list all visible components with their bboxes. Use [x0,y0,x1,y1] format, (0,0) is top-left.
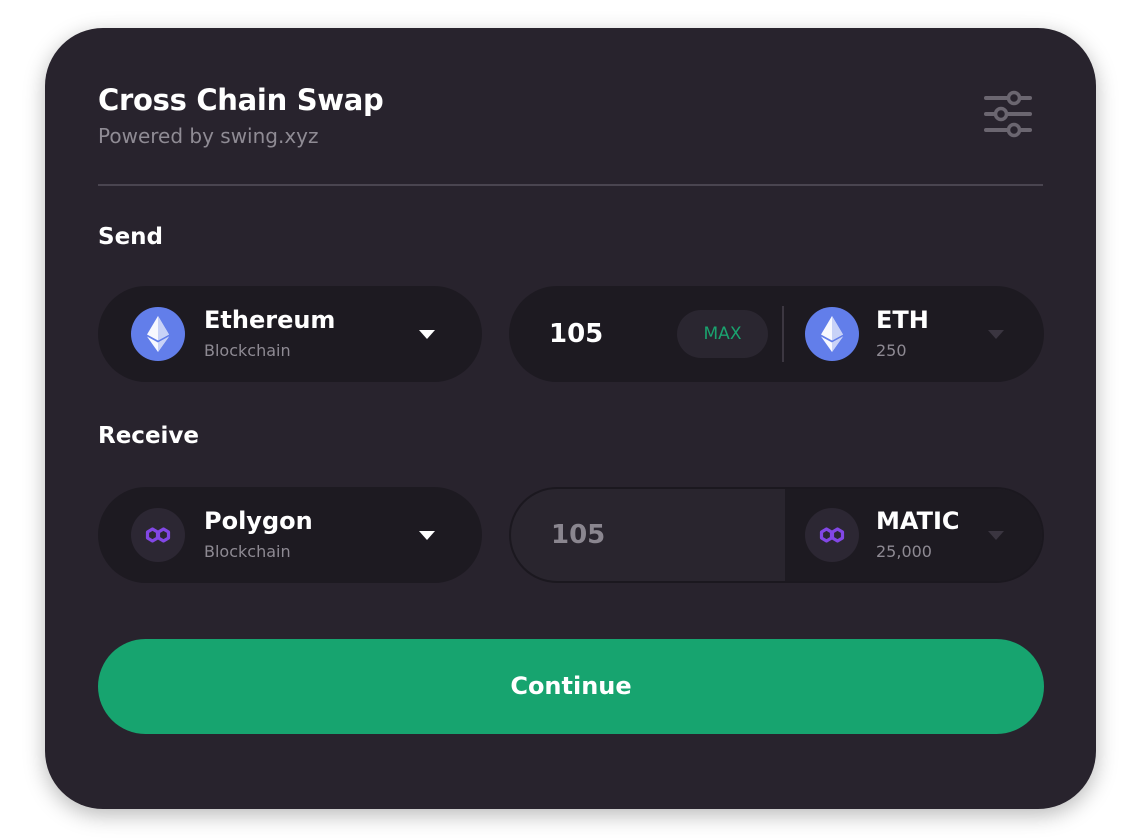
powered-by-subtitle: Powered by swing.xyz [98,124,319,148]
chevron-down-icon [988,531,1004,540]
sliders-icon [984,90,1032,138]
swap-card: Cross Chain Swap Powered by swing.xyz Se… [45,28,1096,809]
page-title: Cross Chain Swap [98,83,384,117]
receive-chain-selector[interactable]: Polygon Blockchain [98,487,482,583]
receive-chain-name: Polygon [204,507,313,535]
receive-chain-type: Blockchain [204,542,291,561]
send-chain-name: Ethereum [204,306,336,334]
receive-label: Receive [98,423,200,449]
send-token-selector[interactable]: ETH 250 [785,286,1044,382]
receive-token-symbol: MATIC [876,507,960,535]
send-token-symbol: ETH [876,306,929,334]
send-label: Send [98,224,164,250]
receive-token-selector[interactable]: MATIC 25,000 [785,489,1042,581]
polygon-icon [131,508,185,562]
send-chain-type: Blockchain [204,341,291,360]
send-amount-panel: MAX ETH 250 [509,286,1044,382]
continue-button[interactable]: Continue [98,639,1044,734]
max-button[interactable]: MAX [677,310,768,358]
chevron-down-icon [988,330,1004,339]
send-amount-input[interactable] [549,314,669,354]
send-chain-selector[interactable]: Ethereum Blockchain [98,286,482,382]
settings-button[interactable] [980,90,1036,138]
receive-amount-panel: MATIC 25,000 [509,487,1044,583]
panel-separator [782,306,784,362]
chevron-down-icon [419,531,435,540]
send-token-balance: 250 [876,341,907,360]
receive-amount-input [551,515,671,555]
header-divider [98,184,1043,186]
receive-token-balance: 25,000 [876,542,932,561]
chevron-down-icon [419,330,435,339]
ethereum-icon [131,307,185,361]
polygon-icon [805,508,859,562]
ethereum-icon [805,307,859,361]
